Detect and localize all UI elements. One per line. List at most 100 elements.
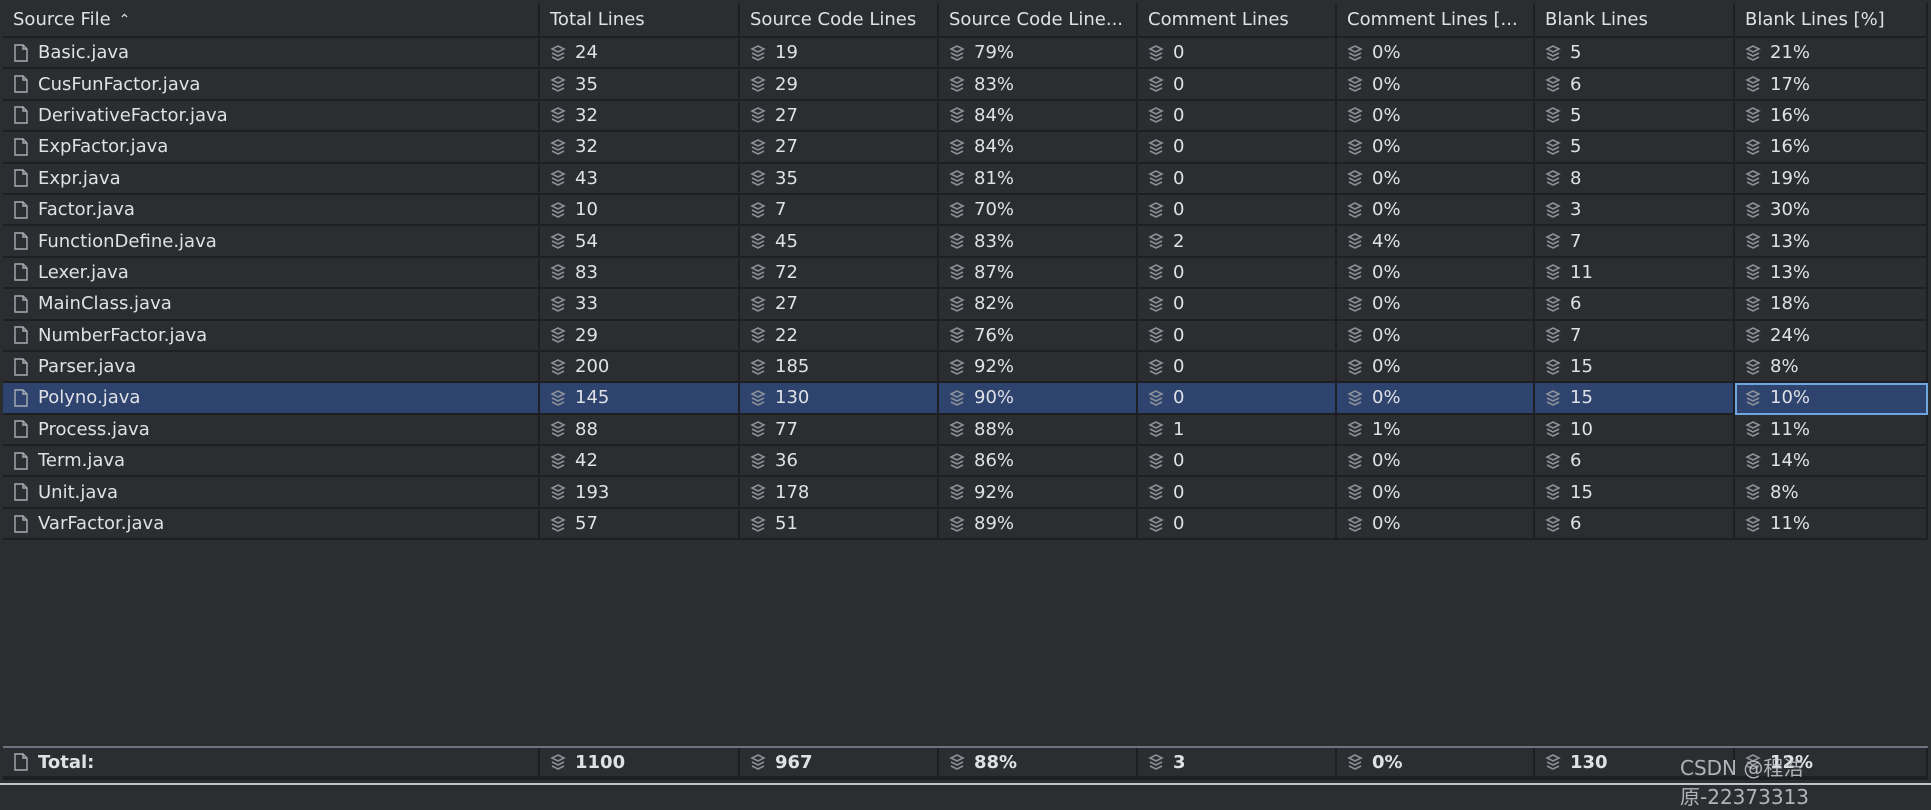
cell-blank-lines-pct[interactable]: 11% <box>1735 414 1928 447</box>
cell-comment-lines[interactable]: 0 <box>1138 289 1337 321</box>
cell-comment-lines-pct[interactable]: 0% <box>1337 289 1535 321</box>
cell-source-code-lines-pct[interactable]: 83% <box>939 69 1138 101</box>
cell-comment-lines-pct[interactable]: 0% <box>1337 351 1535 384</box>
cell-blank-lines-pct[interactable]: 24% <box>1735 320 1928 352</box>
cell-source-code-lines[interactable]: 45 <box>740 226 939 258</box>
cell-total-lines[interactable]: 193 <box>540 477 740 509</box>
cell-blank-lines-pct[interactable]: 18% <box>1735 289 1928 321</box>
cell-source-code-lines-pct[interactable]: 84% <box>939 132 1138 164</box>
cell-total-lines[interactable]: 10 <box>540 194 740 227</box>
cell-blank-lines[interactable]: 15 <box>1535 477 1735 509</box>
cell-comment-lines[interactable]: 0 <box>1138 351 1337 384</box>
cell-blank-lines-pct[interactable]: 19% <box>1735 163 1928 195</box>
cell-file-name[interactable]: Basic.java <box>3 38 540 70</box>
cell-source-code-lines[interactable]: 22 <box>740 320 939 352</box>
column-header-total-lines[interactable]: Total Lines <box>540 3 740 38</box>
cell-comment-lines[interactable]: 0 <box>1138 163 1337 195</box>
cell-total-lines[interactable]: 1100 <box>540 748 740 778</box>
cell-comment-lines[interactable]: 0 <box>1138 383 1337 415</box>
column-header-comment-lines-pct[interactable]: Comment Lines [... <box>1337 3 1535 38</box>
table-row[interactable]: NumberFactor.java 29 22 76% 0 0% 7 24% <box>3 320 1928 352</box>
cell-blank-lines[interactable]: 5 <box>1535 100 1735 133</box>
cell-file-name[interactable]: Lexer.java <box>3 257 540 290</box>
cell-comment-lines[interactable]: 0 <box>1138 69 1337 101</box>
cell-source-code-lines-pct[interactable]: 90% <box>939 383 1138 415</box>
cell-comment-lines[interactable]: 0 <box>1138 477 1337 509</box>
table-row[interactable]: DerivativeFactor.java 32 27 84% 0 0% 5 16% <box>3 100 1928 133</box>
cell-source-code-lines-pct[interactable]: 70% <box>939 194 1138 227</box>
cell-total-lines[interactable]: 24 <box>540 38 740 70</box>
cell-file-name[interactable]: Total: <box>3 748 540 778</box>
cell-file-name[interactable]: Factor.java <box>3 194 540 227</box>
column-header-source-file[interactable]: Source File ⌃ <box>3 3 540 38</box>
cell-file-name[interactable]: Unit.java <box>3 477 540 509</box>
cell-comment-lines-pct[interactable]: 0% <box>1337 383 1535 415</box>
cell-file-name[interactable]: Parser.java <box>3 351 540 384</box>
cell-comment-lines-pct[interactable]: 1% <box>1337 414 1535 447</box>
table-row[interactable]: VarFactor.java 57 51 89% 0 0% 6 11% <box>3 508 1928 541</box>
cell-blank-lines[interactable]: 15 <box>1535 383 1735 415</box>
cell-blank-lines-pct[interactable]: 14% <box>1735 446 1928 478</box>
cell-file-name[interactable]: Polyno.java <box>3 383 540 415</box>
cell-comment-lines[interactable]: 2 <box>1138 226 1337 258</box>
cell-blank-lines[interactable]: 6 <box>1535 289 1735 321</box>
cell-blank-lines[interactable]: 5 <box>1535 132 1735 164</box>
cell-blank-lines-pct[interactable]: 10% <box>1735 383 1928 415</box>
cell-source-code-lines[interactable]: 967 <box>740 748 939 778</box>
cell-comment-lines-pct[interactable]: 0% <box>1337 748 1535 778</box>
cell-blank-lines[interactable]: 7 <box>1535 226 1735 258</box>
table-row[interactable]: CusFunFactor.java 35 29 83% 0 0% 6 17% <box>3 69 1928 101</box>
cell-blank-lines[interactable]: 3 <box>1535 194 1735 227</box>
cell-blank-lines-pct[interactable]: 13% <box>1735 257 1928 290</box>
cell-blank-lines[interactable]: 5 <box>1535 38 1735 70</box>
cell-total-lines[interactable]: 35 <box>540 69 740 101</box>
column-header-blank-lines-pct[interactable]: Blank Lines [%] <box>1735 3 1928 38</box>
cell-comment-lines[interactable]: 0 <box>1138 320 1337 352</box>
cell-comment-lines[interactable]: 1 <box>1138 414 1337 447</box>
table-row[interactable]: Polyno.java 145 130 90% 0 0% 15 10% <box>3 383 1928 415</box>
cell-comment-lines-pct[interactable]: 0% <box>1337 69 1535 101</box>
cell-blank-lines-pct[interactable]: 17% <box>1735 69 1928 101</box>
cell-total-lines[interactable]: 200 <box>540 351 740 384</box>
cell-blank-lines[interactable]: 11 <box>1535 257 1735 290</box>
cell-total-lines[interactable]: 32 <box>540 132 740 164</box>
table-row[interactable]: Term.java 42 36 86% 0 0% 6 14% <box>3 446 1928 478</box>
cell-source-code-lines[interactable]: 7 <box>740 194 939 227</box>
table-row[interactable]: Expr.java 43 35 81% 0 0% 8 19% <box>3 163 1928 195</box>
cell-total-lines[interactable]: 33 <box>540 289 740 321</box>
cell-blank-lines-pct[interactable]: 16% <box>1735 100 1928 133</box>
cell-source-code-lines[interactable]: 27 <box>740 100 939 133</box>
cell-file-name[interactable]: MainClass.java <box>3 289 540 321</box>
table-row[interactable]: Parser.java 200 185 92% 0 0% 15 8% <box>3 351 1928 384</box>
cell-blank-lines-pct[interactable]: 8% <box>1735 351 1928 384</box>
table-row[interactable]: Factor.java 10 7 70% 0 0% 3 30% <box>3 194 1928 227</box>
cell-total-lines[interactable]: 88 <box>540 414 740 447</box>
cell-blank-lines-pct[interactable]: 21% <box>1735 38 1928 70</box>
table-row[interactable]: Process.java 88 77 88% 1 1% 10 11% <box>3 414 1928 447</box>
cell-file-name[interactable]: FunctionDefine.java <box>3 226 540 258</box>
cell-total-lines[interactable]: 145 <box>540 383 740 415</box>
cell-blank-lines-pct[interactable]: 16% <box>1735 132 1928 164</box>
cell-blank-lines[interactable]: 6 <box>1535 69 1735 101</box>
table-row[interactable]: ExpFactor.java 32 27 84% 0 0% 5 16% <box>3 132 1928 164</box>
cell-source-code-lines[interactable]: 77 <box>740 414 939 447</box>
cell-comment-lines[interactable]: 0 <box>1138 100 1337 133</box>
cell-file-name[interactable]: NumberFactor.java <box>3 320 540 352</box>
cell-blank-lines-pct[interactable]: 8% <box>1735 477 1928 509</box>
cell-blank-lines-pct[interactable]: 13% <box>1735 226 1928 258</box>
cell-comment-lines-pct[interactable]: 0% <box>1337 477 1535 509</box>
cell-source-code-lines-pct[interactable]: 92% <box>939 477 1138 509</box>
cell-source-code-lines[interactable]: 27 <box>740 289 939 321</box>
cell-blank-lines[interactable]: 6 <box>1535 508 1735 541</box>
cell-comment-lines-pct[interactable]: 0% <box>1337 100 1535 133</box>
column-header-source-code-lines[interactable]: Source Code Lines <box>740 3 939 38</box>
cell-source-code-lines[interactable]: 29 <box>740 69 939 101</box>
cell-comment-lines-pct[interactable]: 0% <box>1337 163 1535 195</box>
cell-comment-lines-pct[interactable]: 0% <box>1337 320 1535 352</box>
cell-comment-lines[interactable]: 0 <box>1138 132 1337 164</box>
table-row[interactable]: Lexer.java 83 72 87% 0 0% 11 13% <box>3 257 1928 290</box>
cell-total-lines[interactable]: 57 <box>540 508 740 541</box>
cell-comment-lines-pct[interactable]: 0% <box>1337 38 1535 70</box>
cell-total-lines[interactable]: 42 <box>540 446 740 478</box>
cell-comment-lines-pct[interactable]: 0% <box>1337 508 1535 541</box>
